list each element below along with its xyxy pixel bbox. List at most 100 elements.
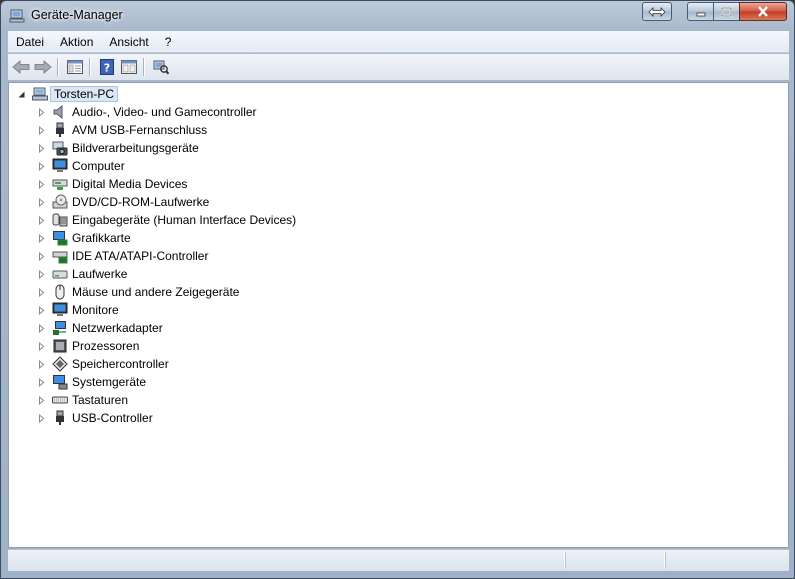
expand-triangle-icon[interactable]	[37, 287, 46, 297]
tree-category-label: Netzwerkadapter	[72, 321, 163, 335]
expand-triangle-icon[interactable]	[37, 413, 46, 423]
expand-triangle-icon[interactable]	[37, 125, 46, 135]
minimize-icon	[696, 12, 705, 16]
tree-category-label: Systemgeräte	[72, 375, 147, 389]
help-button[interactable]: ?	[97, 58, 117, 76]
tree-root-label: Torsten-PC	[50, 86, 119, 102]
menu-aktion[interactable]: Aktion	[52, 32, 101, 52]
expand-triangle-icon[interactable]	[37, 197, 46, 207]
monitor-icon	[52, 302, 68, 318]
back-arrow-icon	[12, 60, 30, 74]
tree-category-item[interactable]: AVM USB-Fernanschluss	[37, 121, 207, 139]
system-device-icon	[52, 374, 68, 390]
tree-category-item[interactable]: Bildverarbeitungsgeräte	[37, 139, 199, 157]
keyboard-icon	[52, 392, 68, 408]
hid-icon	[52, 212, 68, 228]
expand-triangle-icon[interactable]	[37, 341, 46, 351]
tree-category-item[interactable]: Prozessoren	[37, 337, 139, 355]
usb-plug-icon	[52, 410, 68, 426]
expand-triangle-icon[interactable]	[37, 179, 46, 189]
speaker-icon	[52, 104, 68, 120]
device-tree[interactable]: Torsten-PC Audio-, Video- und Gamecontrol…	[8, 82, 789, 548]
close-button[interactable]	[739, 2, 787, 21]
network-adapter-icon	[52, 320, 68, 336]
expand-triangle-icon[interactable]	[37, 269, 46, 279]
expand-triangle-icon[interactable]	[37, 359, 46, 369]
expand-triangle-icon[interactable]	[37, 395, 46, 405]
toolbar-separator	[89, 58, 90, 76]
tree-category-item[interactable]: Mäuse und andere Zeigegeräte	[37, 283, 239, 301]
tree-category-label: Monitore	[72, 303, 119, 317]
tree-category-item[interactable]: Digital Media Devices	[37, 175, 187, 193]
tree-category-item[interactable]: Laufwerke	[37, 265, 127, 283]
tree-category-label: Tastaturen	[72, 393, 129, 407]
status-bar	[8, 549, 789, 571]
tree-category-label: Mäuse und andere Zeigegeräte	[72, 285, 240, 299]
forward-arrow-icon	[34, 60, 52, 74]
properties-view-icon	[121, 60, 137, 74]
ide-controller-icon	[52, 248, 68, 264]
tree-category-item[interactable]: Grafikkarte	[37, 229, 131, 247]
expand-triangle-icon[interactable]	[37, 107, 46, 117]
tree-category-item[interactable]: Monitore	[37, 301, 119, 319]
tree-category-item[interactable]: Computer	[37, 157, 125, 175]
menu-help[interactable]: ?	[157, 32, 180, 52]
tree-root-node[interactable]: Torsten-PC	[17, 85, 119, 103]
tree-category-item[interactable]: Speichercontroller	[37, 355, 169, 373]
double-arrow-icon	[648, 6, 666, 17]
tree-category-label: Speichercontroller	[72, 357, 169, 371]
tree-category-item[interactable]: Eingabegeräte (Human Interface Devices)	[37, 211, 296, 229]
resize-button[interactable]	[642, 2, 672, 21]
device-manager-app-icon	[9, 9, 25, 23]
expand-triangle-icon[interactable]	[37, 251, 46, 261]
expand-triangle-icon[interactable]	[37, 323, 46, 333]
toolbar: ?	[8, 54, 789, 81]
disk-drive-icon	[52, 266, 68, 282]
tree-category-label: Bildverarbeitungsgeräte	[72, 141, 199, 155]
close-icon	[758, 6, 768, 17]
toolbar-separator	[57, 58, 58, 76]
window-title: Geräte-Manager	[31, 8, 123, 22]
console-tree-icon	[67, 60, 83, 74]
scan-hardware-icon	[153, 60, 169, 75]
expand-triangle-icon[interactable]	[37, 377, 46, 387]
toolbar-separator	[143, 58, 144, 76]
collapse-triangle-icon[interactable]	[17, 90, 26, 99]
expand-triangle-icon[interactable]	[37, 305, 46, 315]
console-tree-button[interactable]	[65, 58, 85, 76]
tree-category-item[interactable]: USB-Controller	[37, 409, 153, 427]
menu-ansicht[interactable]: Ansicht	[101, 32, 156, 52]
back-button[interactable]	[11, 58, 31, 76]
usb-plug-icon	[52, 122, 68, 138]
tree-category-item[interactable]: Audio-, Video- und Gamecontroller	[37, 103, 257, 121]
expand-triangle-icon[interactable]	[37, 161, 46, 171]
forward-button[interactable]	[33, 58, 53, 76]
tree-category-item[interactable]: Systemgeräte	[37, 373, 146, 391]
tree-category-item[interactable]: Netzwerkadapter	[37, 319, 163, 337]
tree-category-item[interactable]: DVD/CD-ROM-Laufwerke	[37, 193, 209, 211]
svg-text:?: ?	[104, 62, 110, 75]
computer-icon	[32, 86, 48, 102]
tree-category-label: Eingabegeräte (Human Interface Devices)	[72, 213, 297, 227]
media-device-icon	[52, 176, 68, 192]
maximize-button[interactable]	[713, 2, 740, 21]
scan-hardware-button[interactable]	[151, 58, 171, 76]
minimize-button[interactable]	[687, 2, 714, 21]
tree-category-item[interactable]: Tastaturen	[37, 391, 128, 409]
expand-triangle-icon[interactable]	[37, 233, 46, 243]
tree-category-label: Laufwerke	[72, 267, 128, 281]
expand-triangle-icon[interactable]	[37, 215, 46, 225]
tree-category-item[interactable]: IDE ATA/ATAPI-Controller	[37, 247, 208, 265]
properties-view-button[interactable]	[119, 58, 139, 76]
menu-bar: Datei Aktion Ansicht ?	[8, 31, 789, 53]
tree-category-label: Digital Media Devices	[72, 177, 188, 191]
mouse-icon	[52, 284, 68, 300]
maximize-icon	[721, 6, 732, 17]
help-icon: ?	[100, 59, 114, 75]
menu-datei[interactable]: Datei	[8, 32, 52, 52]
expand-triangle-icon[interactable]	[37, 143, 46, 153]
status-cell	[565, 552, 665, 569]
title-bar[interactable]: Geräte-Manager	[1, 1, 794, 31]
tree-category-label: Grafikkarte	[72, 231, 131, 245]
camera-icon	[52, 140, 68, 156]
